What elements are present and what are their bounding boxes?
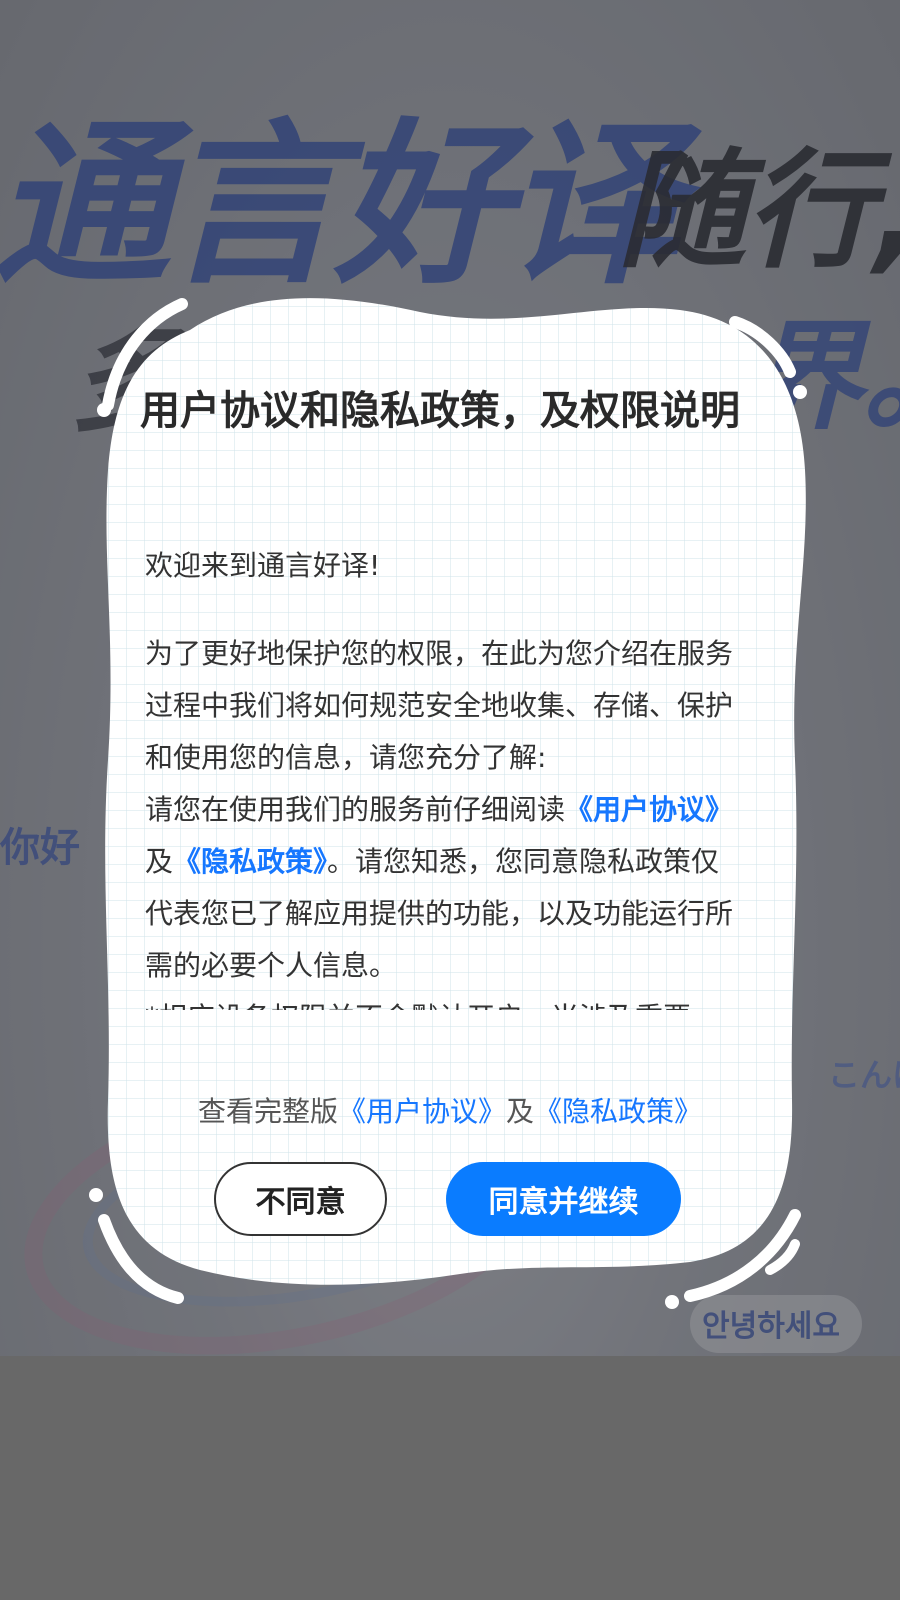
privacy-policy-link[interactable]: 《隐私政策》	[173, 845, 327, 878]
user-agreement-link[interactable]: 《用户协议》	[565, 793, 733, 826]
permission-paragraph: *相应设备权限并不会默认开启，当涉及重要	[145, 992, 735, 1010]
full-user-agreement-link[interactable]: 《用户协议》	[338, 1095, 506, 1128]
disagree-button[interactable]: 不同意	[214, 1162, 387, 1236]
privacy-dialog: 用户协议和隐私政策，及权限说明 欢迎来到通言好译! 为了更好地保护您的权限，在此…	[140, 380, 740, 1250]
full-version-line: 查看完整版《用户协议》及《隐私政策》	[145, 1092, 755, 1132]
full-and-text: 及	[506, 1095, 535, 1128]
dialog-body-scroll[interactable]: 欢迎来到通言好译! 为了更好地保护您的权限，在此为您介绍在服务过程中我们将如何规…	[145, 540, 735, 1010]
intro-paragraph: 为了更好地保护您的权限，在此为您介绍在服务过程中我们将如何规范安全地收集、存储、…	[145, 637, 734, 774]
full-version-prefix: 查看完整版	[197, 1095, 338, 1128]
dialog-title: 用户协议和隐私政策，及权限说明	[140, 388, 740, 434]
read-prefix: 请您在使用我们的服务前仔细阅读	[145, 793, 566, 826]
full-privacy-policy-link[interactable]: 《隐私政策》	[534, 1095, 702, 1128]
welcome-text: 欢迎来到通言好译!	[145, 549, 381, 582]
and-text: 及	[145, 845, 174, 878]
read-paragraph: 请您在使用我们的服务前仔细阅读《用户协议》及《隐私政策》。请您知悉，您同意隐私政…	[145, 784, 735, 992]
agree-continue-button[interactable]: 同意并继续	[446, 1162, 681, 1236]
